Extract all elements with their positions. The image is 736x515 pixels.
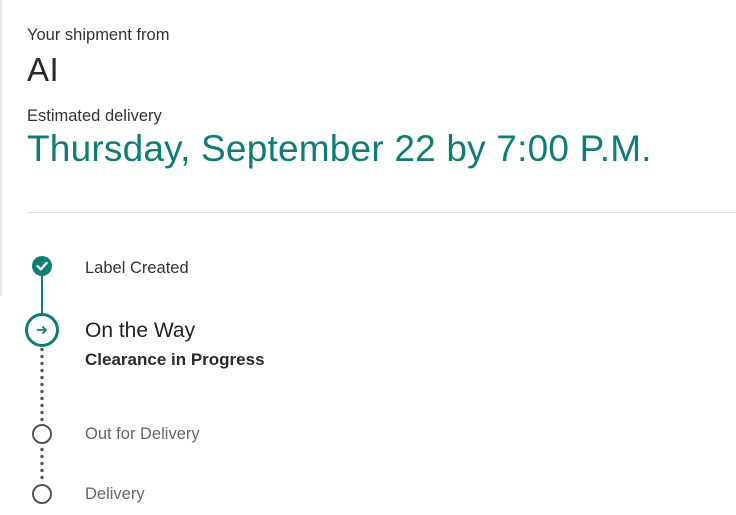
step-label-created: Label Created	[85, 259, 189, 277]
left-border	[0, 0, 2, 296]
step-label-created-node	[32, 256, 52, 276]
progress-line-pending	[40, 346, 44, 422]
section-divider	[27, 212, 736, 213]
step-on-the-way-label: On the Way	[85, 319, 196, 342]
step-on-the-way-node	[25, 313, 59, 347]
progress-line-complete	[41, 276, 43, 314]
sender-name: AI	[27, 51, 60, 88]
shipment-from-label: Your shipment from	[27, 26, 170, 44]
estimated-delivery-label: Estimated delivery	[27, 107, 162, 125]
step-out-for-delivery-node	[32, 424, 52, 444]
step-out-for-delivery-label: Out for Delivery	[85, 425, 200, 443]
arrow-right-icon	[36, 326, 47, 334]
step-delivery-node	[32, 484, 52, 504]
progress-line-pending	[40, 446, 44, 482]
check-icon	[36, 261, 48, 271]
step-delivery-label: Delivery	[85, 485, 145, 503]
step-on-the-way-status: Clearance in Progress	[85, 350, 265, 369]
estimated-delivery-date: Thursday, September 22 by 7:00 P.M.	[27, 128, 652, 169]
